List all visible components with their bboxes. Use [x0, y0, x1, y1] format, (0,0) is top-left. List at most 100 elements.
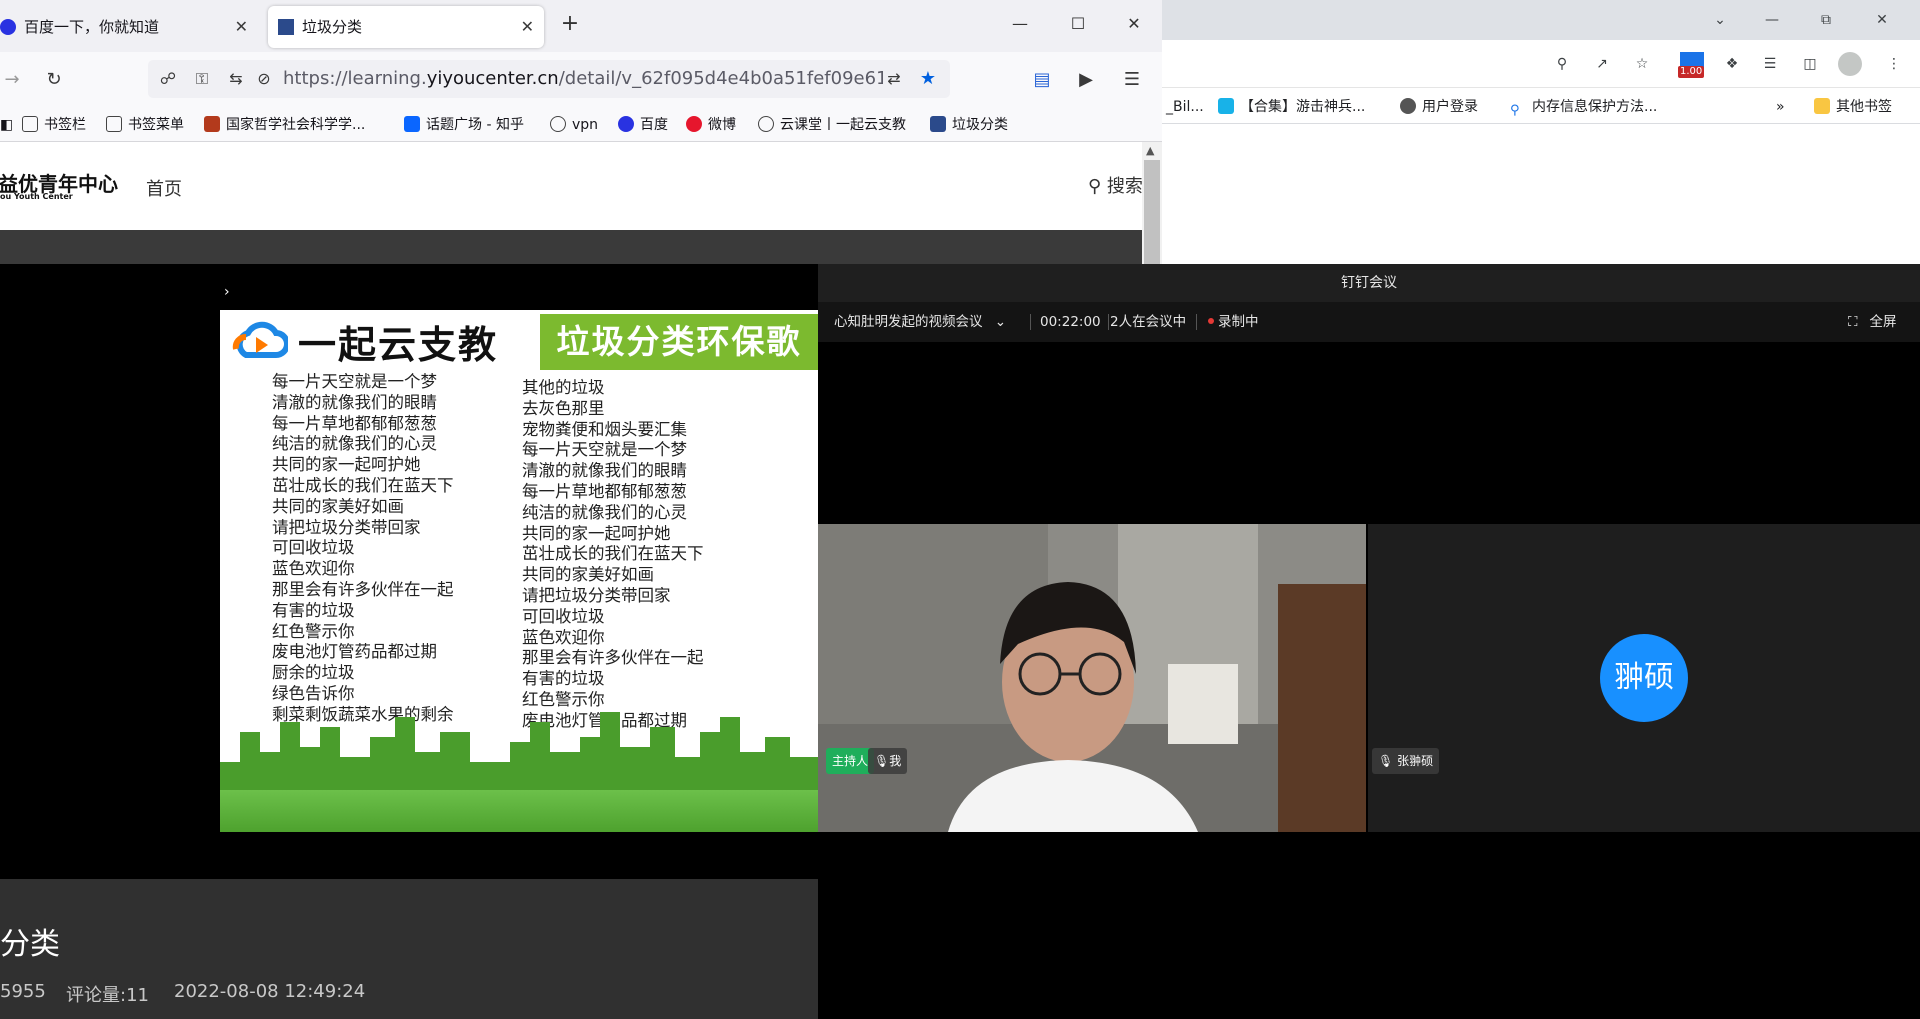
nav-home-link[interactable]: 首页 — [146, 175, 182, 201]
bookmark-vpn[interactable]: vpn — [550, 113, 598, 137]
bookmarks-overflow-button[interactable]: » — [1776, 96, 1785, 118]
shield-icon[interactable]: ☍ — [156, 67, 180, 91]
bookmark-garbage[interactable]: 垃圾分类 — [930, 113, 1008, 137]
self-video-tile[interactable]: 主持人 🎙我 — [818, 524, 1366, 832]
tab-baidu[interactable]: 百度一下，你就知道 ✕ — [0, 6, 262, 48]
participant-count[interactable]: 2人在会议中 — [1110, 302, 1186, 342]
url-text[interactable]: https://learning.yiyoucenter.cn/detail/v… — [283, 60, 883, 98]
restore-icon[interactable]: ⧉ — [1816, 10, 1836, 30]
lyric-line: 蓝色欢迎你 — [272, 559, 355, 579]
recording-status[interactable]: 录制中 — [1208, 302, 1259, 342]
permissions-icon[interactable]: ⇆ — [224, 67, 248, 91]
scroll-up-icon[interactable]: ▲ — [1146, 144, 1154, 157]
minimize-icon[interactable]: — — [1762, 10, 1782, 30]
microphone-icon[interactable]: 🎙 — [1378, 754, 1393, 768]
lyric-line: 共同的家一起呵护她 — [272, 455, 421, 475]
tab-strip: 百度一下，你就知道 ✕ 垃圾分类 ✕ + — ☐ ✕ — [0, 0, 1162, 52]
search-button[interactable]: ⚲ 搜索 — [1088, 172, 1143, 198]
bilibili-tv-icon — [1218, 98, 1234, 114]
translate-extension-icon[interactable]: ▤ — [1030, 68, 1054, 92]
lyric-line: 其他的垃圾 — [522, 378, 605, 397]
comment-count: 评论量:11 — [66, 985, 149, 1006]
meeting-status-bar: 心知肚明发起的视频会议 ⌄ 00:22:00 2人在会议中 录制中 ⛶ 全屏 — [818, 302, 1920, 342]
close-window-icon[interactable]: ✕ — [1122, 12, 1146, 36]
close-tab-icon[interactable]: ✕ — [521, 6, 534, 48]
participant-video-tile[interactable]: 翀硕 🎙 张翀硕 — [1368, 524, 1920, 832]
lyrics-right-column: 其他的垃圾 去灰色那里 宠物粪便和烟头要汇集 每一片天空就是一个梦 清澈的就像我们的眼睛… — [522, 378, 704, 732]
menu-dots-icon[interactable]: ⋮ — [1884, 54, 1904, 74]
lyric-line: 厨余的垃圾 — [272, 663, 355, 683]
baidu-paw-icon — [618, 116, 634, 132]
chevron-right-icon[interactable]: › — [224, 284, 230, 300]
bookmark-weibo[interactable]: 微博 — [686, 113, 736, 137]
puzzle-icon[interactable]: ❖ — [1722, 54, 1742, 74]
bookmark-folder-menu[interactable]: 书签菜单 — [106, 113, 184, 137]
bookmark-login[interactable]: 用户登录 — [1400, 96, 1478, 118]
chevron-down-icon: ⌄ — [994, 314, 1007, 330]
bookmark-philosophy[interactable]: 国家哲学社会科学学... — [204, 113, 365, 137]
bookmark-bilibili[interactable]: _Bil... — [1166, 96, 1204, 118]
bookmark-collection[interactable]: 【合集】游击神兵... — [1218, 96, 1365, 118]
meeting-duration: 00:22:00 — [1040, 314, 1101, 330]
maximize-icon[interactable]: ☐ — [1066, 12, 1090, 36]
bookmark-yunketang[interactable]: 云课堂丨一起云支教 — [758, 113, 906, 137]
site-icon — [278, 19, 294, 35]
bookmark-edge[interactable]: ◧ — [0, 113, 13, 137]
host-badge: 主持人 — [826, 748, 875, 774]
close-icon[interactable]: ✕ — [1872, 10, 1892, 30]
lyric-line: 去灰色那里 — [522, 398, 605, 418]
lock-icon[interactable]: ⚿ — [190, 67, 214, 91]
video-player[interactable]: › 一起云支教 垃圾分类环保歌 每一片天空就是一个梦 清澈的就像我们的眼睛 每一片草… — [0, 264, 818, 879]
bookmark-star-icon[interactable]: ★ — [916, 67, 940, 91]
play-icon[interactable]: ▶ — [1074, 68, 1098, 92]
scroll-thumb[interactable] — [1144, 160, 1160, 264]
meeting-name-dropdown[interactable]: 心知肚明发起的视频会议 ⌄ — [834, 302, 1006, 342]
profile-icon[interactable] — [1838, 52, 1862, 76]
baidu-paw-icon — [0, 19, 16, 35]
bookmark-memory[interactable]: ⚲ 内存信息保护方法... — [1510, 96, 1657, 118]
blocked-media-icon[interactable]: ⊘ — [252, 67, 276, 91]
lyric-line: 清澈的就像我们的眼睛 — [522, 461, 687, 481]
bookmark-zhihu[interactable]: 话题广场 - 知乎 — [404, 113, 524, 137]
lyric-line: 每一片天空就是一个梦 — [272, 372, 437, 391]
folder-icon — [22, 116, 38, 132]
forward-icon[interactable]: → — [0, 68, 24, 92]
lyric-line: 红色警示你 — [272, 621, 355, 641]
zoom-icon[interactable]: ⚲ — [1552, 54, 1572, 74]
city-skyline-decoration — [220, 712, 818, 792]
extension-icon[interactable]: 1.00 — [1678, 52, 1706, 78]
tab-garbage[interactable]: 垃圾分类 ✕ — [268, 6, 544, 48]
site-header: 益优青年中心 ou Youth Center 首页 ⚲ 搜索 — [0, 142, 1143, 230]
lyric-line: 有害的垃圾 — [522, 669, 605, 689]
publish-date: 2022-08-08 12:49:24 — [174, 981, 366, 1002]
lyric-line: 每一片草地都郁郁葱葱 — [522, 481, 687, 501]
microphone-icon[interactable]: 🎙 — [874, 754, 889, 768]
new-tab-icon[interactable]: + — [558, 12, 582, 36]
share-icon[interactable]: ↗ — [1592, 54, 1612, 74]
lyric-line: 茁壮成长的我们在蓝天下 — [272, 475, 454, 495]
bookmark-folder-toolbar[interactable]: 书签栏 — [22, 113, 86, 137]
url-bar[interactable]: ☍ ⚿ ⇆ ⊘ https://learning.yiyoucenter.cn/… — [148, 60, 950, 98]
sidepanel-icon[interactable]: ◫ — [1800, 54, 1820, 74]
divider — [1196, 314, 1197, 330]
star-icon[interactable]: ☆ — [1632, 54, 1652, 74]
translate-icon[interactable]: ⇄ — [882, 67, 906, 91]
bookmark-baidu[interactable]: 百度 — [618, 113, 668, 137]
page-scrollbar[interactable]: ▲ — [1142, 142, 1162, 264]
video-page-area: › 一起云支教 垃圾分类环保歌 每一片天空就是一个梦 清澈的就像我们的眼睛 每一片草… — [0, 264, 818, 1019]
record-dot-icon — [1208, 318, 1214, 324]
chevron-down-icon[interactable]: ⌄ — [1710, 10, 1730, 30]
lyric-line: 有害的垃圾 — [272, 600, 355, 620]
lyric-line: 蓝色欢迎你 — [522, 627, 605, 647]
bookmark-other[interactable]: 其他书签 — [1814, 96, 1892, 118]
close-tab-icon[interactable]: ✕ — [235, 6, 248, 48]
menu-icon[interactable]: ☰ — [1120, 68, 1144, 92]
lyric-line: 共同的家美好如画 — [522, 565, 654, 585]
background-browser-window: ⌄ — ⧉ ✕ ⚲ ↗ ☆ 1.00 ❖ ☰ ◫ ⋮ _Bil... 【合集】游… — [1162, 0, 1920, 264]
minimize-icon[interactable]: — — [1008, 12, 1032, 36]
lyric-line: 每一片草地都郁郁葱葱 — [272, 413, 437, 433]
media-icon[interactable]: ☰ — [1760, 54, 1780, 74]
fullscreen-button[interactable]: ⛶ 全屏 — [1848, 302, 1896, 342]
reload-icon[interactable]: ↻ — [42, 68, 66, 92]
lyric-line: 请把垃圾分类带回家 — [522, 585, 671, 605]
